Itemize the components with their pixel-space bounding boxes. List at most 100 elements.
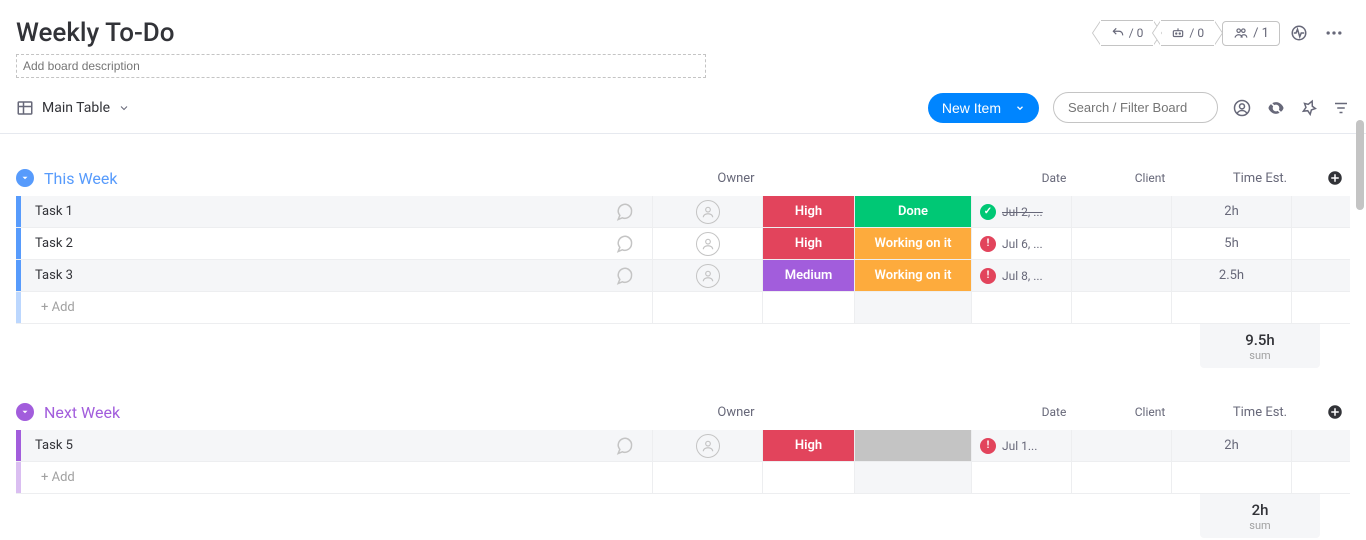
new-item-label: New Item bbox=[942, 100, 1001, 116]
chat-icon[interactable] bbox=[614, 234, 634, 254]
col-date-header[interactable]: Date bbox=[1000, 169, 1100, 187]
chevron-down-icon bbox=[1015, 103, 1025, 113]
col-priority-header[interactable]: Priority bbox=[791, 169, 883, 187]
client-cell[interactable] bbox=[1071, 196, 1171, 227]
task-name[interactable]: Task 2 bbox=[35, 236, 604, 251]
date-text: Jul 8, ... bbox=[1002, 269, 1043, 283]
row-tail bbox=[1291, 430, 1321, 461]
client-cell[interactable] bbox=[1071, 228, 1171, 259]
date-cell[interactable]: !Jul 1... bbox=[971, 430, 1071, 461]
person-filter-icon[interactable] bbox=[1232, 98, 1252, 118]
group-title[interactable]: Next Week bbox=[40, 403, 120, 422]
sum-value: 2h bbox=[1252, 501, 1269, 519]
task-name[interactable]: Task 3 bbox=[35, 268, 604, 283]
client-cell[interactable] bbox=[1071, 260, 1171, 291]
row-tail bbox=[1291, 260, 1321, 291]
sum-label: sum bbox=[1249, 349, 1270, 362]
check-icon: ✓ bbox=[980, 204, 996, 220]
chevron-down-icon[interactable] bbox=[118, 102, 130, 114]
time-est-cell[interactable]: 5h bbox=[1171, 228, 1291, 259]
col-client-header[interactable]: Client bbox=[1100, 403, 1200, 421]
owner-cell[interactable] bbox=[652, 430, 762, 461]
board-description-input[interactable] bbox=[16, 54, 706, 78]
priority-cell[interactable]: Medium bbox=[762, 260, 854, 291]
people-icon bbox=[1233, 26, 1249, 40]
empty-cell bbox=[762, 462, 854, 493]
date-cell[interactable]: ! Jul 6, ... bbox=[971, 228, 1071, 259]
date-text: Jul 2, ... bbox=[1002, 205, 1043, 219]
empty-cell bbox=[854, 292, 971, 323]
board-title[interactable]: Weekly To-Do bbox=[16, 18, 175, 48]
col-owner-header[interactable]: Owner bbox=[681, 403, 791, 421]
col-status-header[interactable]: Status bbox=[883, 403, 1000, 421]
alert-icon: ! bbox=[980, 438, 996, 454]
col-status-header[interactable]: Status bbox=[883, 169, 1000, 187]
col-time-est-header[interactable]: Time Est. bbox=[1200, 403, 1320, 421]
sum-label: sum bbox=[1249, 519, 1270, 532]
members-badge[interactable]: / 1 bbox=[1222, 21, 1280, 46]
view-selector[interactable]: Main Table bbox=[42, 100, 110, 116]
empty-cell bbox=[971, 462, 1071, 493]
date-cell[interactable]: ! Jul 8, ... bbox=[971, 260, 1071, 291]
search-input[interactable] bbox=[1053, 92, 1218, 123]
task-name[interactable]: Task 5 bbox=[35, 438, 604, 453]
group-title[interactable]: This Week bbox=[40, 169, 118, 188]
automation-badge[interactable]: / 0 bbox=[1161, 20, 1214, 46]
group-collapse-button[interactable] bbox=[16, 403, 34, 421]
eye-icon[interactable] bbox=[1266, 98, 1286, 118]
date-cell[interactable]: ✓ Jul 2, ... bbox=[971, 196, 1071, 227]
empty-cell bbox=[1171, 462, 1291, 493]
scrollbar[interactable] bbox=[1356, 120, 1364, 210]
avatar-icon bbox=[696, 264, 720, 288]
add-row-button[interactable]: + Add bbox=[16, 292, 652, 323]
empty-cell bbox=[1071, 462, 1171, 493]
badge-count: / 0 bbox=[1129, 26, 1144, 40]
owner-cell[interactable] bbox=[652, 196, 762, 227]
priority-cell[interactable]: High bbox=[762, 228, 854, 259]
chat-icon[interactable] bbox=[614, 436, 634, 456]
empty-cell bbox=[971, 292, 1071, 323]
col-owner-header[interactable]: Owner bbox=[681, 169, 791, 187]
more-menu-button[interactable] bbox=[1318, 19, 1350, 47]
new-item-button[interactable]: New Item bbox=[928, 93, 1039, 123]
time-est-cell[interactable]: 2h bbox=[1171, 430, 1291, 461]
col-time-est-header[interactable]: Time Est. bbox=[1200, 169, 1320, 187]
row-tail bbox=[1291, 228, 1321, 259]
time-est-cell[interactable]: 2.5h bbox=[1171, 260, 1291, 291]
col-date-header[interactable]: Date bbox=[1000, 403, 1100, 421]
client-cell[interactable] bbox=[1071, 430, 1171, 461]
empty-cell bbox=[1071, 292, 1171, 323]
robot-icon bbox=[1171, 26, 1185, 40]
priority-cell[interactable]: High bbox=[762, 196, 854, 227]
status-cell[interactable] bbox=[854, 430, 971, 461]
add-row-button[interactable]: + Add bbox=[16, 462, 652, 493]
time-est-cell[interactable]: 2h bbox=[1171, 196, 1291, 227]
priority-cell[interactable]: High bbox=[762, 430, 854, 461]
col-priority-header[interactable]: Priority bbox=[791, 403, 883, 421]
chat-icon[interactable] bbox=[614, 266, 634, 286]
time-est-sum: 9.5hsum bbox=[1200, 324, 1320, 368]
alert-icon: ! bbox=[980, 268, 996, 284]
status-cell[interactable]: Done bbox=[854, 196, 971, 227]
owner-cell[interactable] bbox=[652, 260, 762, 291]
add-column-button[interactable] bbox=[1320, 169, 1350, 187]
chat-icon[interactable] bbox=[614, 202, 634, 222]
status-cell[interactable]: Working on it bbox=[854, 228, 971, 259]
avatar-icon bbox=[696, 232, 720, 256]
add-column-button[interactable] bbox=[1320, 403, 1350, 421]
col-client-header[interactable]: Client bbox=[1100, 169, 1200, 187]
empty-cell bbox=[762, 292, 854, 323]
inbox-badge[interactable]: / 0 bbox=[1101, 20, 1154, 46]
status-cell[interactable]: Working on it bbox=[854, 260, 971, 291]
filter-icon[interactable] bbox=[1332, 99, 1350, 117]
task-name[interactable]: Task 1 bbox=[35, 204, 604, 219]
sum-value: 9.5h bbox=[1245, 331, 1275, 349]
members-count: / 1 bbox=[1253, 26, 1269, 41]
group-collapse-button[interactable] bbox=[16, 169, 34, 187]
pin-icon[interactable] bbox=[1300, 99, 1318, 117]
alert-icon: ! bbox=[980, 236, 996, 252]
arrow-undo-icon bbox=[1111, 26, 1125, 40]
date-text: Jul 6, ... bbox=[1002, 237, 1043, 251]
owner-cell[interactable] bbox=[652, 228, 762, 259]
activity-icon[interactable] bbox=[1288, 20, 1310, 46]
